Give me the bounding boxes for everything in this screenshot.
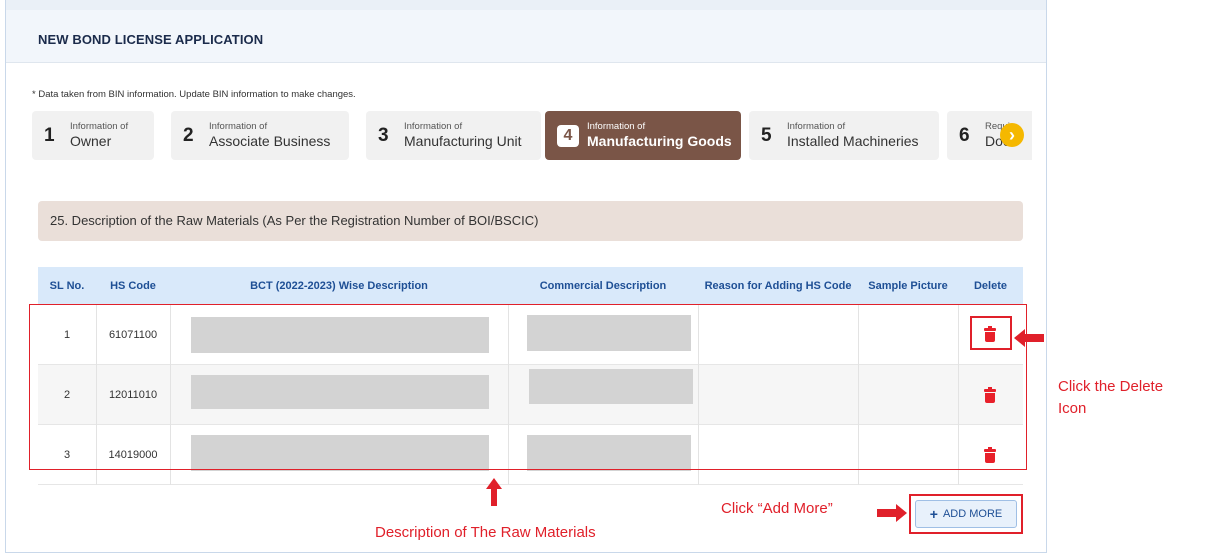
arrow-up-icon	[486, 478, 502, 506]
delete-annotation-line2: Icon	[1058, 400, 1087, 417]
step-label: Manufacturing Unit	[404, 132, 522, 149]
plus-icon: +	[929, 506, 938, 522]
step-associate-business[interactable]: 2 Information of Associate Business	[171, 111, 349, 160]
delete-icon-highlight	[970, 316, 1012, 350]
arrow-right-icon	[877, 504, 907, 522]
add-more-highlight: + ADD MORE	[909, 494, 1023, 534]
step-number: 4	[557, 124, 579, 147]
step-caption: Information of	[587, 120, 646, 132]
table-header: SL No. HS Code BCT (2022-2023) Wise Desc…	[38, 267, 1023, 305]
col-reason: Reason for Adding HS Code	[704, 280, 852, 292]
section-header: 25. Description of the Raw Materials (As…	[38, 201, 1023, 241]
col-sample-picture: Sample Picture	[868, 280, 948, 292]
col-sl-no: SL No.	[49, 280, 85, 292]
bin-info-note: * Data taken from BIN information. Updat…	[32, 89, 356, 100]
delete-annotation-line1: Click the Delete	[1058, 378, 1164, 395]
col-delete: Delete	[973, 280, 1008, 292]
add-more-button[interactable]: + ADD MORE	[915, 500, 1017, 528]
step-label: Associate Business	[209, 132, 331, 149]
step-manufacturing-goods[interactable]: 4 Information of Manufacturing Goods	[545, 111, 741, 160]
step-owner[interactable]: 1 Information of Owner	[32, 111, 154, 160]
step-label: Installed Machineries	[787, 132, 919, 149]
col-commercial-description: Commercial Description	[539, 280, 667, 292]
step-number: 1	[44, 124, 55, 146]
step-installed-machineries[interactable]: 5 Information of Installed Machineries	[749, 111, 939, 160]
chevron-right-icon[interactable]: ›	[1000, 123, 1024, 147]
step-caption: Information of	[404, 120, 463, 132]
col-bct-description: BCT (2022-2023) Wise Description	[250, 280, 428, 292]
step-caption: Information of	[70, 120, 129, 132]
step-caption: Information of	[787, 120, 846, 132]
step-caption: Information of	[209, 120, 268, 132]
add-more-annotation: Click “Add More”	[721, 500, 833, 517]
section-title: 25. Description of the Raw Materials (As…	[50, 213, 539, 228]
step-label: Owner	[70, 132, 112, 149]
raw-materials-highlight	[29, 304, 1027, 470]
raw-materials-annotation: Description of The Raw Materials	[375, 524, 596, 541]
step-manufacturing-unit[interactable]: 3 Information of Manufacturing Unit	[366, 111, 541, 160]
step-number: 3	[378, 124, 389, 146]
top-strip	[6, 0, 1046, 10]
step-label: Manufacturing Goods	[587, 132, 732, 149]
step-navigator: 1 Information of Owner 2 Information of As…	[32, 111, 1032, 161]
page-title: NEW BOND LICENSE APPLICATION	[38, 32, 264, 47]
step-number: 6	[959, 124, 970, 146]
step-number: 2	[183, 124, 194, 146]
page-header: NEW BOND LICENSE APPLICATION	[6, 10, 1046, 63]
arrow-left-icon	[1014, 329, 1044, 347]
add-more-label: ADD MORE	[942, 508, 1003, 520]
col-hs-code: HS Code	[110, 280, 156, 292]
step-number: 5	[761, 124, 772, 146]
